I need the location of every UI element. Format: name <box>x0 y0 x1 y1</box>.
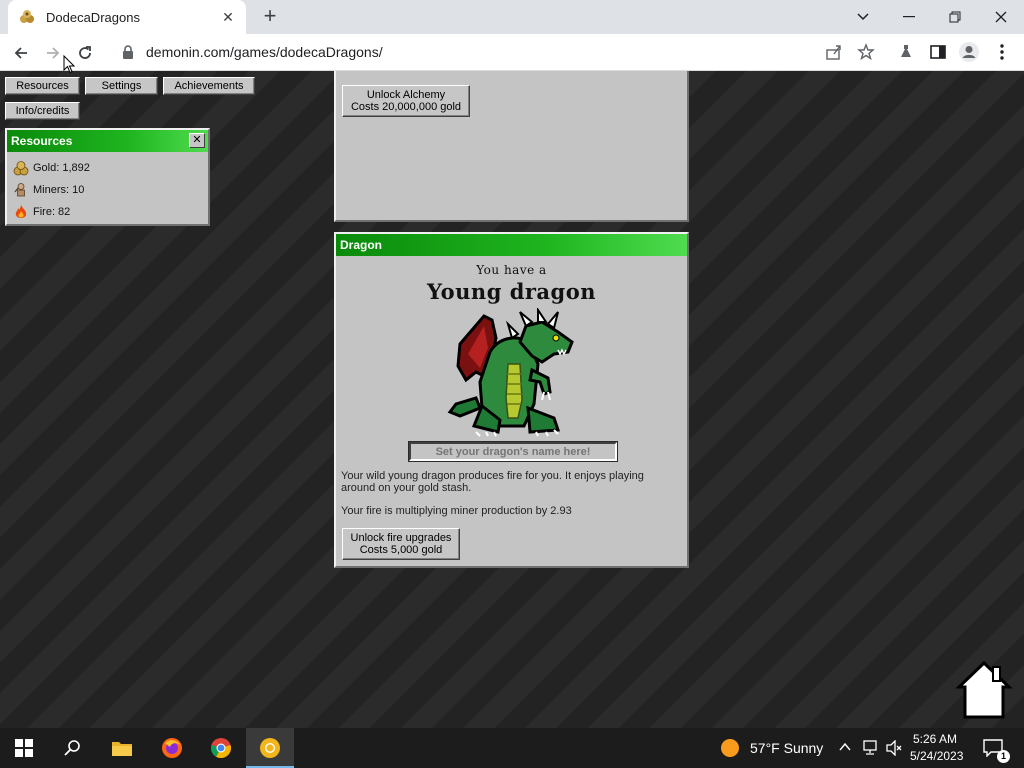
tab-title: DodecaDragons <box>46 9 140 25</box>
fire-row: Fire: 82 <box>7 201 208 223</box>
miners-row: Miners: 10 <box>7 179 208 201</box>
search-icon[interactable] <box>48 728 96 768</box>
reload-icon[interactable] <box>72 40 98 66</box>
star-icon[interactable] <box>855 41 877 63</box>
profile-icon[interactable] <box>958 41 980 63</box>
fire-amount: Fire: 82 <box>33 206 71 218</box>
restore-icon[interactable] <box>932 4 978 30</box>
mouse-cursor-icon <box>63 55 75 74</box>
windows-taskbar: 57°F Sunny 5:26 AM 5/24/2023 1 <box>0 728 1024 768</box>
home-icon[interactable] <box>955 659 1013 721</box>
young-dragon-image <box>447 308 574 437</box>
close-icon[interactable]: ✕ <box>189 133 205 148</box>
sun-weather-icon[interactable] <box>720 738 740 758</box>
start-icon[interactable] <box>0 728 48 768</box>
minimize-icon[interactable] <box>886 4 932 30</box>
sidepanel-icon[interactable] <box>927 41 949 63</box>
game-page: Resources Settings Achievements Info/cre… <box>0 71 1024 728</box>
volume-muted-icon[interactable] <box>885 740 903 756</box>
resources-button[interactable]: Resources <box>5 77 80 95</box>
you-have-text: You have a <box>476 263 547 277</box>
unlock-fire-upgrades-label: Unlock fire upgrades <box>350 532 452 544</box>
gold-amount: Gold: 1,892 <box>33 162 90 174</box>
fire-multiplier-text: Your fire is multiplying miner productio… <box>341 505 572 517</box>
menu-icon[interactable] <box>991 41 1013 63</box>
close-window-icon[interactable] <box>978 4 1024 30</box>
info-credits-button[interactable]: Info/credits <box>5 102 80 120</box>
notification-badge: 1 <box>997 750 1010 763</box>
dragon-description: Your wild young dragon produces fire for… <box>341 470 644 494</box>
firefox-icon[interactable] <box>148 728 196 768</box>
url-text: demonin.com/games/dodecaDragons/ <box>146 44 383 60</box>
file-explorer-icon[interactable] <box>98 728 146 768</box>
lock-icon[interactable] <box>120 44 136 60</box>
chrome-icon[interactable] <box>197 728 245 768</box>
dragon-favicon-icon <box>20 10 34 23</box>
unlock-alchemy-label: Unlock Alchemy <box>366 89 446 101</box>
unlock-alchemy-cost: Costs 20,000,000 gold <box>350 101 462 113</box>
unlock-fire-upgrades-button[interactable]: Unlock fire upgrades Costs 5,000 gold <box>342 528 460 560</box>
back-icon[interactable] <box>8 40 34 66</box>
dragon-name-input[interactable] <box>408 441 618 462</box>
resources-panel-title: Resources <box>7 130 208 152</box>
dragon-panel: Dragon You have a Young dragon Set your … <box>334 232 689 568</box>
unlock-fire-upgrades-cost: Costs 5,000 gold <box>359 544 443 556</box>
weather-text[interactable]: 57°F Sunny <box>750 740 823 756</box>
chrome-canary-icon[interactable] <box>246 728 294 768</box>
gold-icon <box>13 161 29 176</box>
resources-panel: Resources ✕ Gold: 1,892 Miners: 10 Fire:… <box>5 128 210 226</box>
clock-date[interactable]: 5/24/2023 <box>910 749 963 763</box>
miner-icon <box>14 183 25 197</box>
alchemy-panel: Unlock Alchemy Costs 20,000,000 gold <box>334 71 689 222</box>
gold-row: Gold: 1,892 <box>7 157 208 179</box>
unlock-alchemy-button[interactable]: Unlock Alchemy Costs 20,000,000 gold <box>342 85 470 117</box>
new-tab-button[interactable]: + <box>258 5 282 29</box>
tab-strip: DodecaDragons ✕ + <box>0 0 1024 34</box>
fire-icon <box>15 205 27 218</box>
clock-time[interactable]: 5:26 AM <box>913 732 957 746</box>
miners-amount: Miners: 10 <box>33 184 85 196</box>
achievements-button[interactable]: Achievements <box>163 77 255 95</box>
settings-button[interactable]: Settings <box>85 77 158 95</box>
address-bar[interactable]: demonin.com/games/dodecaDragons/ <box>108 37 884 67</box>
chevron-up-icon[interactable] <box>839 742 851 752</box>
browser-toolbar: demonin.com/games/dodecaDragons/ <box>0 34 1024 71</box>
network-icon[interactable] <box>861 740 879 756</box>
tab-close-icon[interactable]: ✕ <box>220 9 236 26</box>
tab-search-icon[interactable] <box>840 4 886 30</box>
extensions-icon[interactable] <box>895 41 917 63</box>
dragon-panel-title: Dragon <box>336 234 687 256</box>
share-icon[interactable] <box>823 41 845 63</box>
dragon-type-title: Young dragon <box>426 279 597 304</box>
browser-tab[interactable]: DodecaDragons ✕ <box>8 0 246 34</box>
